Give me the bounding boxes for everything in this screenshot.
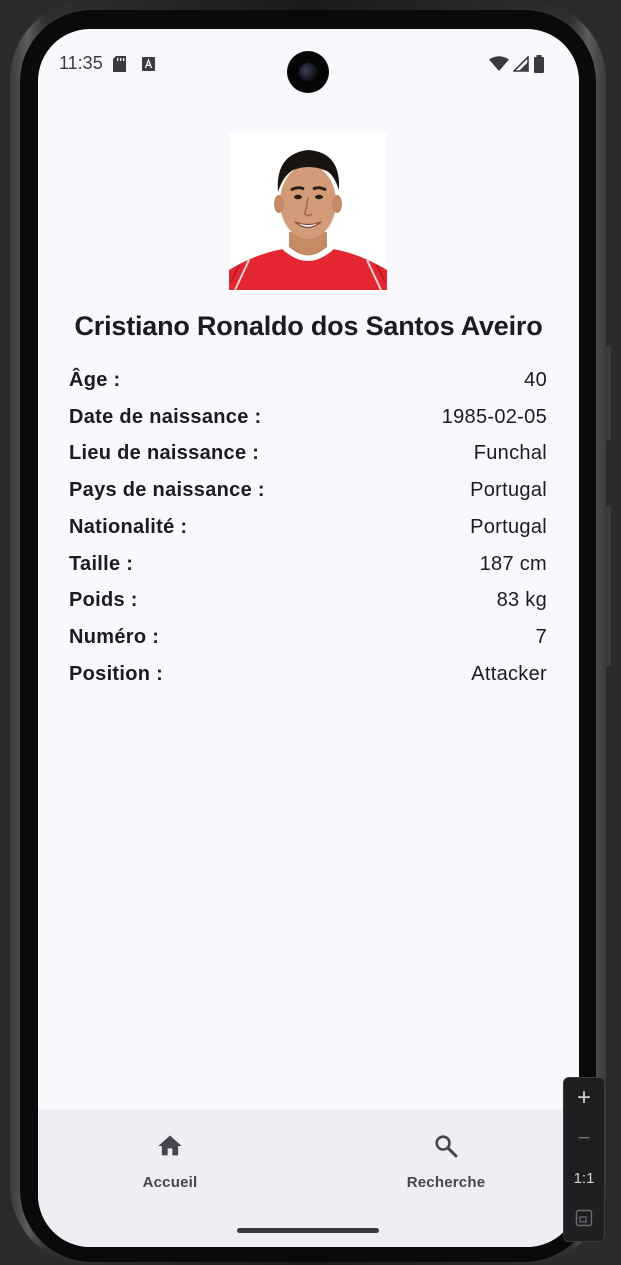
detail-value: 40	[524, 368, 547, 391]
detail-row-weight: Poids : 83 kg	[69, 583, 547, 620]
search-icon	[435, 1135, 458, 1158]
detail-label: Âge :	[69, 368, 121, 391]
camera-lens	[299, 63, 317, 81]
emulator-zoom-toolbar: + − 1:1	[563, 1077, 605, 1242]
battery-icon	[534, 55, 544, 73]
player-photo	[229, 132, 387, 290]
nav-item-home[interactable]: Accueil	[100, 1109, 240, 1219]
status-bar: 11:35	[38, 29, 579, 99]
detail-row-age: Âge : 40	[69, 362, 547, 399]
detail-row-birth-place: Lieu de naissance : Funchal	[69, 436, 547, 473]
home-icon	[158, 1135, 182, 1156]
detail-label: Numéro :	[69, 626, 160, 649]
fit-screen-button[interactable]	[564, 1198, 604, 1238]
wifi-icon	[489, 56, 509, 71]
detail-row-birth-country: Pays de naissance : Portugal	[69, 472, 547, 509]
detail-row-nationality: Nationalité : Portugal	[69, 509, 547, 546]
front-camera	[287, 51, 329, 93]
sd-card-icon	[113, 56, 126, 72]
detail-label: Pays de naissance :	[69, 479, 265, 502]
detail-row-position: Position : Attacker	[69, 656, 547, 693]
status-time: 11:35	[59, 53, 103, 73]
emulator-stage: 11:35 Cristiano Ronaldo dos Santos Aveir…	[0, 0, 621, 1265]
detail-label: Taille :	[69, 552, 134, 575]
bottom-navigation-bar: Accueil Recherche	[38, 1109, 579, 1247]
zoom-out-button[interactable]: −	[564, 1118, 604, 1158]
nav-item-search[interactable]: Recherche	[376, 1109, 516, 1219]
detail-value: Funchal	[473, 442, 547, 465]
detail-row-number: Numéro : 7	[69, 619, 547, 656]
power-button[interactable]	[605, 506, 611, 666]
detail-value: 7	[535, 626, 547, 649]
detail-value: 187 cm	[479, 552, 547, 575]
fit-screen-icon	[575, 1209, 593, 1227]
detail-row-birth-date: Date de naissance : 1985-02-05	[69, 399, 547, 436]
detail-value: Portugal	[470, 479, 547, 502]
volume-button[interactable]	[605, 346, 611, 441]
zoom-in-button[interactable]: +	[564, 1078, 604, 1118]
nav-label-home: Accueil	[142, 1174, 198, 1191]
detail-label: Position :	[69, 662, 164, 685]
signal-icon	[513, 56, 529, 72]
detail-value: Attacker	[471, 662, 547, 685]
detail-label: Poids :	[69, 589, 138, 612]
detail-label: Date de naissance :	[69, 405, 262, 428]
detail-row-height: Taille : 187 cm	[69, 546, 547, 583]
player-name: Cristiano Ronaldo dos Santos Aveiro	[74, 311, 543, 341]
text-a-icon	[142, 57, 155, 71]
detail-value: Portugal	[470, 515, 547, 538]
status-icons	[489, 55, 545, 73]
player-details-list: Âge : 40 Date de naissance : 1985-02-05 …	[69, 362, 547, 693]
actual-size-button[interactable]: 1:1	[564, 1158, 604, 1198]
detail-label: Lieu de naissance :	[69, 442, 260, 465]
detail-value: 1985-02-05	[441, 405, 547, 428]
device-screen: 11:35 Cristiano Ronaldo dos Santos Aveir…	[38, 29, 579, 1247]
gesture-home-indicator[interactable]	[237, 1228, 379, 1233]
player-portrait	[229, 132, 387, 290]
nav-label-search: Recherche	[406, 1174, 486, 1191]
detail-value: 83 kg	[496, 589, 547, 612]
detail-label: Nationalité :	[69, 515, 188, 538]
